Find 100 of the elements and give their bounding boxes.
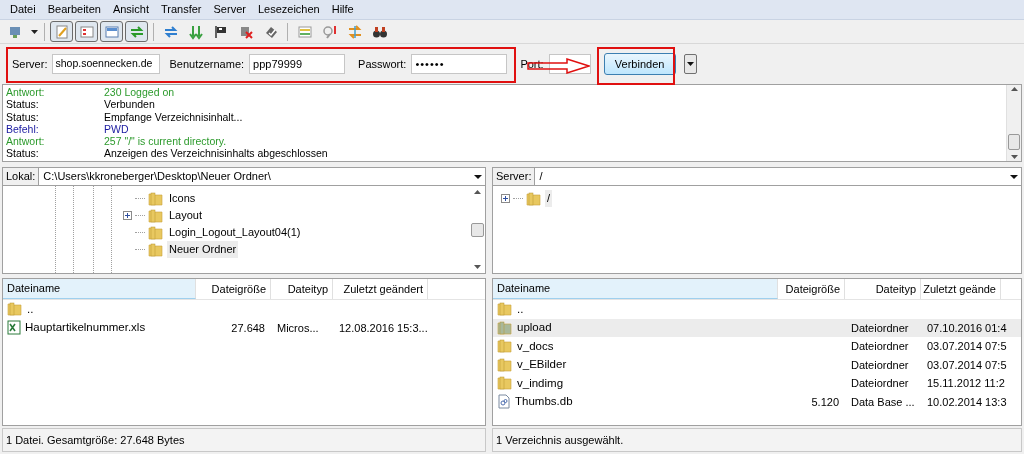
tree-item[interactable]: Login_Logout_Layout04(1) xyxy=(167,224,303,241)
log-label: Status: xyxy=(6,147,40,160)
tree-item[interactable]: Layout xyxy=(167,207,205,224)
file-row[interactable]: v_docs Dateiordner 03.07.2014 07:5 xyxy=(493,337,1021,356)
folder-icon xyxy=(497,357,513,372)
menu-item[interactable]: Bearbeiten xyxy=(41,1,107,18)
file-row[interactable]: v_EBilder Dateiordner 03.07.2014 07:5 xyxy=(493,355,1021,374)
file-row[interactable]: Hauptartikelnummer.xls 27.648 Micros... 12.08.2016 15:3... xyxy=(3,318,485,337)
menu-item[interactable]: Transfer xyxy=(155,1,208,18)
connect-button[interactable]: Verbinden xyxy=(603,53,676,75)
log-message: PWD xyxy=(104,122,129,136)
file-name: Thumbs.db xyxy=(515,394,573,410)
file-size: 27.648 xyxy=(231,321,265,334)
file-type: Dateiordner xyxy=(851,321,909,334)
column-header[interactable]: Dateityp xyxy=(845,279,921,299)
folder-icon xyxy=(7,302,23,317)
up-arrow-icon[interactable] xyxy=(1010,87,1018,91)
down-arrow-icon[interactable] xyxy=(474,265,481,269)
menu-item[interactable]: Datei xyxy=(4,1,42,18)
arrows-icon xyxy=(128,23,145,40)
menu-item[interactable]: Server xyxy=(207,1,252,18)
expand-icon[interactable] xyxy=(123,211,132,220)
caret-icon xyxy=(686,62,694,66)
log-message: Anzeigen des Verzeichnisinhalts abgeschlossen xyxy=(104,147,328,160)
file-date: 03.07.2014 07:5 xyxy=(927,358,1007,371)
column-header[interactable]: Dateigröße xyxy=(778,279,845,299)
log-message: Verbunden xyxy=(104,98,155,111)
tree-item[interactable]: Icons xyxy=(167,190,198,207)
file-size: 5.120 xyxy=(811,395,839,408)
magnifier-icon xyxy=(321,23,338,40)
log-label: Befehl: xyxy=(6,122,40,136)
toolbar-button[interactable] xyxy=(50,21,73,42)
field-label: Server: xyxy=(12,56,48,72)
spreadsheet-icon xyxy=(7,320,21,336)
down-arrow-icon[interactable] xyxy=(1010,155,1018,159)
file-name: v_indimg xyxy=(517,375,564,391)
flag-icon xyxy=(212,23,229,40)
folder-icon xyxy=(148,225,164,240)
folder-icon xyxy=(497,376,513,391)
field-label: Passwort: xyxy=(358,56,407,72)
expand-icon[interactable] xyxy=(501,194,510,203)
menu-item[interactable]: Ansicht xyxy=(106,1,155,18)
pencil-icon xyxy=(53,23,70,40)
menu-item[interactable]: Lesezeichen xyxy=(251,1,326,18)
column-header[interactable]: Dateityp xyxy=(271,279,333,299)
file-name: v_docs xyxy=(517,338,554,354)
menu-item[interactable]: Hilfe xyxy=(325,1,360,18)
arrows-icon xyxy=(162,23,179,40)
file-name: .. xyxy=(517,301,524,317)
file-icon xyxy=(497,394,511,410)
folder-icon xyxy=(526,191,542,206)
server-field[interactable]: shop.soennecken.de xyxy=(52,54,161,74)
tree-item[interactable]: Neuer Ordner xyxy=(167,241,239,258)
folder-icon xyxy=(148,242,164,257)
toolbar-button[interactable] xyxy=(75,21,98,42)
file-name: v_EBilder xyxy=(517,357,567,373)
column-header[interactable]: Zuletzt geände xyxy=(921,279,1001,299)
folder-icon xyxy=(497,339,513,354)
username-field[interactable]: ppp79999 xyxy=(249,54,346,74)
file-row[interactable]: upload Dateiordner 07.10.2016 01:4 xyxy=(493,318,1021,337)
caret-icon[interactable] xyxy=(30,29,38,34)
toolbar-button[interactable] xyxy=(100,21,123,42)
file-row[interactable]: v_indimg Dateiordner 15.11.2012 11:2 xyxy=(493,374,1021,393)
up-arrow-icon[interactable] xyxy=(474,190,481,194)
window-icon xyxy=(103,23,120,40)
list-icon xyxy=(78,23,95,40)
column-header[interactable]: Zuletzt geändert xyxy=(333,279,428,299)
file-name: Hauptartikelnummer.xls xyxy=(25,320,146,336)
file-type: Dateiordner xyxy=(851,358,909,371)
column-header[interactable]: Dateiname xyxy=(493,279,778,299)
folder-icon xyxy=(497,320,513,335)
file-date: 03.07.2014 07:5 xyxy=(927,340,1007,352)
file-date: 07.10.2016 01:4 xyxy=(927,321,1007,334)
tree-item[interactable]: / xyxy=(545,190,553,207)
folder-icon xyxy=(497,302,513,317)
log-label: Antwort: xyxy=(6,86,46,99)
log-message: Empfange Verzeichnisinhalt... xyxy=(104,110,243,123)
log-label: Status: xyxy=(6,98,40,111)
file-date: 12.08.2016 15:3... xyxy=(339,321,428,334)
file-name: .. xyxy=(27,301,34,317)
file-type: Dateiordner xyxy=(851,340,909,352)
scroll-thumb[interactable] xyxy=(471,222,484,237)
scroll-thumb[interactable] xyxy=(1008,134,1020,150)
scrollbar[interactable] xyxy=(1006,85,1021,161)
column-header[interactable]: Dateiname xyxy=(3,279,196,299)
column-header[interactable]: Dateigröße xyxy=(196,279,271,299)
dropdown-button[interactable] xyxy=(683,54,697,74)
log-label: Antwort: xyxy=(6,135,46,148)
file-date: 15.11.2012 11:2 xyxy=(927,377,1005,389)
file-row[interactable]: .. xyxy=(3,300,485,319)
file-type: Data Base ... xyxy=(851,395,915,408)
file-row[interactable]: .. xyxy=(493,300,1021,319)
bars-icon xyxy=(296,23,313,40)
log-label: Status: xyxy=(6,110,40,123)
field-label: Benutzername: xyxy=(169,56,245,72)
file-type: Micros... xyxy=(277,321,319,334)
arrows-icon xyxy=(346,23,363,40)
password-field[interactable]: •••••• xyxy=(411,54,508,74)
file-type: Dateiordner xyxy=(851,377,909,389)
file-row[interactable]: Thumbs.db 5.120 Data Base ... 10.02.2014 13:3 xyxy=(493,392,1021,411)
